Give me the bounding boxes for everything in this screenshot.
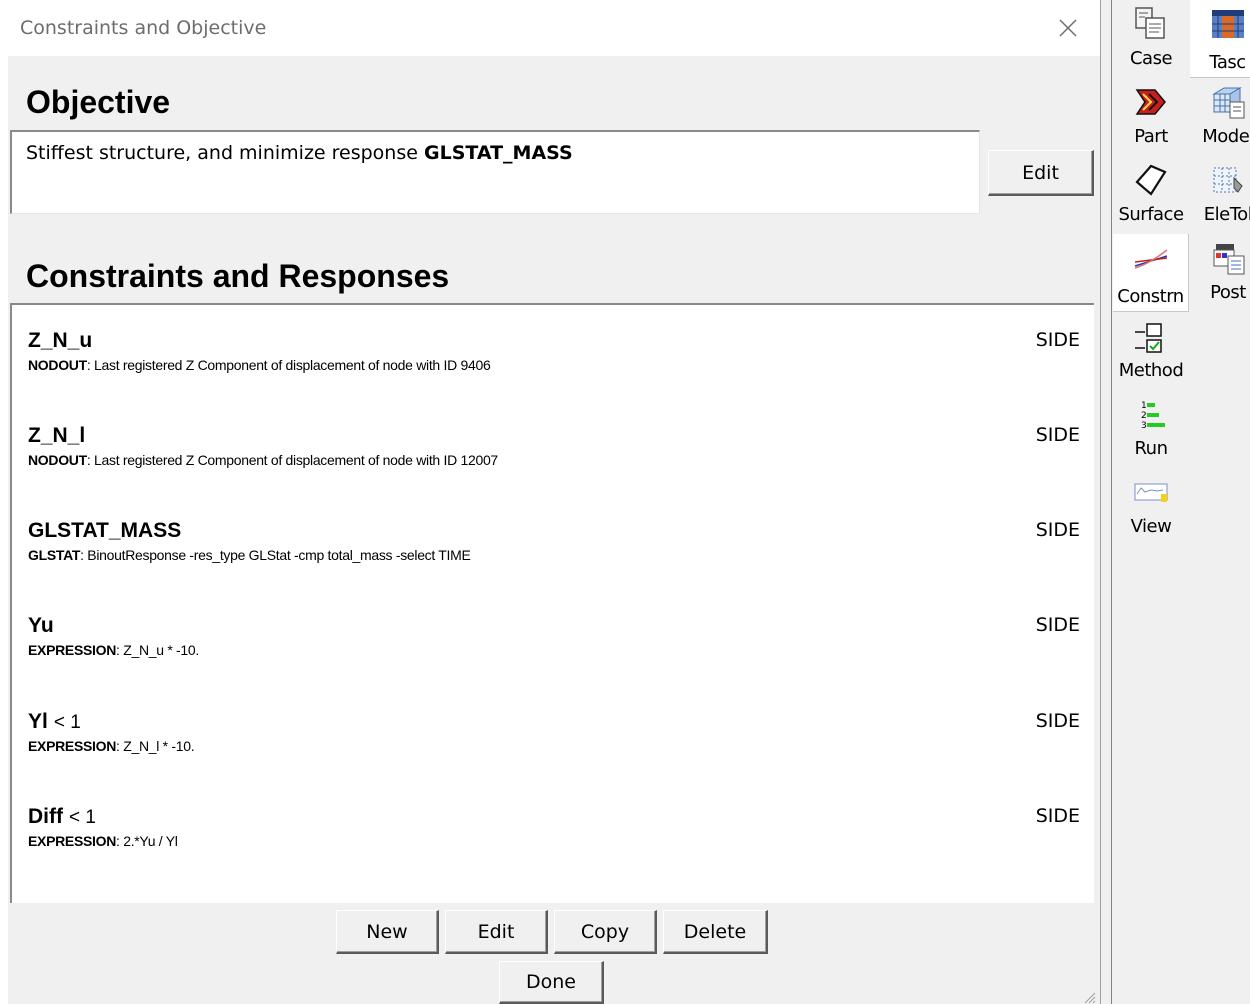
constraint-name: GLSTAT_MASS xyxy=(28,519,182,542)
objective-text-prefix: Stiffest structure, and minimize respons… xyxy=(26,142,418,164)
constraint-description: GLSTAT: BinoutResponse -res_type GLStat … xyxy=(28,547,471,563)
copy-button[interactable]: Copy xyxy=(554,910,657,954)
toolbar-item-model[interactable]: Model xyxy=(1190,78,1250,156)
new-button[interactable]: New xyxy=(336,910,439,954)
toolbar-label: Surface xyxy=(1118,204,1184,225)
title-bar: Constraints and Objective xyxy=(0,0,1100,56)
toolbar-label: Part xyxy=(1134,126,1168,147)
list-item[interactable]: Diff < 1 EXPRESSION: 2.*Yu / Yl SIDE xyxy=(28,805,1088,885)
toolbar-label: Method xyxy=(1118,360,1184,381)
toolbar-item-post[interactable]: Post xyxy=(1190,234,1250,312)
svg-text:2: 2 xyxy=(1141,411,1147,421)
toolbar-item-run[interactable]: 1 2 3 Run xyxy=(1113,390,1189,468)
list-item[interactable]: Yl < 1 EXPRESSION: Z_N_l * -10. SIDE xyxy=(28,710,1088,790)
constraint-description: NODOUT: Last registered Z Component of d… xyxy=(28,452,498,468)
panel-separator[interactable] xyxy=(1100,0,1112,1004)
resize-grip-icon[interactable] xyxy=(1080,988,1096,1004)
toolbar-item-view[interactable]: View xyxy=(1113,468,1189,546)
constraint-description: EXPRESSION: Z_N_l * -10. xyxy=(28,738,195,754)
constraint-side: SIDE xyxy=(1035,424,1080,446)
tool-sidebar: Case Tasc Part Model Surface EleTol Cons… xyxy=(1112,0,1250,1004)
case-icon xyxy=(1135,7,1165,39)
delete-button[interactable]: Delete xyxy=(663,910,768,954)
toolbar-label: View xyxy=(1130,516,1172,537)
edit-objective-button[interactable]: Edit xyxy=(988,150,1094,196)
close-button[interactable] xyxy=(1042,8,1094,48)
constraint-side: SIDE xyxy=(1035,519,1080,541)
run-icon: 1 2 3 xyxy=(1141,401,1165,431)
done-button[interactable]: Done xyxy=(499,961,604,1004)
constraints-heading: Constraints and Responses xyxy=(26,258,450,294)
list-item[interactable]: Z_N_u NODOUT: Last registered Z Componen… xyxy=(28,329,1088,409)
toolbar-label: Model xyxy=(1202,126,1250,147)
toolbar-label: Post xyxy=(1210,282,1246,303)
constraint-side: SIDE xyxy=(1035,329,1080,351)
svg-text:3: 3 xyxy=(1141,421,1147,431)
tasc-icon xyxy=(1211,10,1244,38)
toolbar-label: Constrn xyxy=(1117,286,1184,307)
close-icon xyxy=(1059,19,1077,37)
constraint-name: Yu xyxy=(28,614,54,637)
objective-text: Stiffest structure, and minimize respons… xyxy=(26,142,573,164)
objective-box: Stiffest structure, and minimize respons… xyxy=(10,130,980,214)
constraint-side: SIDE xyxy=(1035,805,1080,827)
constraint-side: SIDE xyxy=(1035,710,1080,732)
list-item[interactable]: Z_N_l NODOUT: Last registered Z Componen… xyxy=(28,424,1088,504)
toolbar-item-constrn[interactable]: Constrn xyxy=(1113,234,1189,312)
eletol-icon xyxy=(1213,167,1243,193)
constraints-dialog: Constraints and Objective Objective Stif… xyxy=(0,0,1100,1004)
svg-text:1: 1 xyxy=(1141,401,1147,411)
method-icon xyxy=(1135,323,1162,353)
part-icon xyxy=(1135,89,1166,115)
list-item[interactable]: Yu EXPRESSION: Z_N_u * -10. SIDE xyxy=(28,614,1088,694)
constraint-name: Z_N_l xyxy=(28,424,86,447)
constraint-name: Yl < 1 xyxy=(28,710,81,733)
constraint-description: EXPRESSION: Z_N_u * -10. xyxy=(28,642,199,658)
list-item[interactable]: GLSTAT_MASS GLSTAT: BinoutResponse -res_… xyxy=(28,519,1088,599)
constraint-description: NODOUT: Last registered Z Component of d… xyxy=(28,357,491,373)
constrn-icon xyxy=(1134,249,1167,269)
constraint-description: EXPRESSION: 2.*Yu / Yl xyxy=(28,833,178,849)
constraints-list[interactable]: Z_N_u NODOUT: Last registered Z Componen… xyxy=(10,303,1094,903)
toolbar-item-method[interactable]: Method xyxy=(1113,312,1189,390)
constraint-side: SIDE xyxy=(1035,614,1080,636)
surface-icon xyxy=(1135,164,1167,196)
toolbar-item-case[interactable]: Case xyxy=(1113,0,1189,78)
objective-response: GLSTAT_MASS xyxy=(424,142,573,164)
model-icon xyxy=(1212,87,1245,119)
toolbar-item-part[interactable]: Part xyxy=(1113,78,1189,156)
left-border xyxy=(0,56,8,1004)
toolbar-item-tasc[interactable]: Tasc xyxy=(1190,0,1250,78)
objective-heading: Objective xyxy=(26,84,171,120)
view-icon xyxy=(1134,483,1168,502)
post-icon xyxy=(1213,244,1245,275)
toolbar-label: Case xyxy=(1129,48,1173,69)
constraint-name: Z_N_u xyxy=(28,329,93,352)
constraint-name: Diff < 1 xyxy=(28,805,96,828)
toolbar-label: EleTol xyxy=(1203,204,1250,225)
window-title: Constraints and Objective xyxy=(20,17,267,39)
toolbar-item-eletol[interactable]: EleTol xyxy=(1190,156,1250,234)
edit-button[interactable]: Edit xyxy=(445,910,548,954)
toolbar-label: Tasc xyxy=(1209,52,1246,73)
toolbar-item-surface[interactable]: Surface xyxy=(1113,156,1189,234)
toolbar-label: Run xyxy=(1134,438,1168,459)
